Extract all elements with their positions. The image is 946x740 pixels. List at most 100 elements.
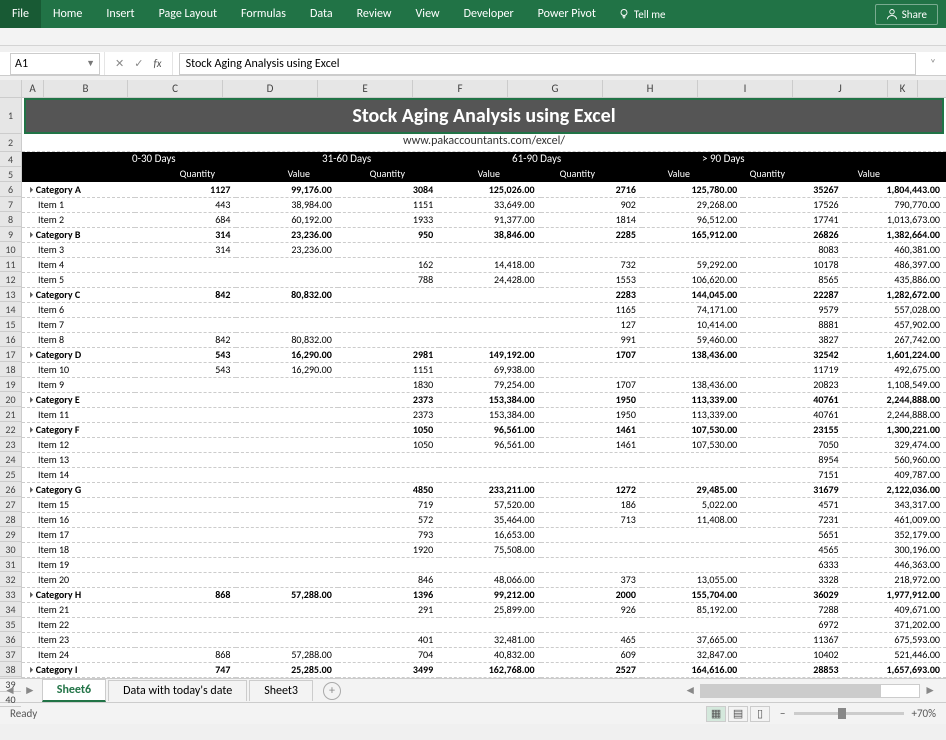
page-break-view-icon[interactable]: ▯ (750, 706, 770, 722)
row-header[interactable]: 22 (0, 422, 21, 437)
cell[interactable]: 57,520.00 (439, 497, 540, 512)
zoom-out-button[interactable]: − (780, 707, 785, 720)
sheet-tab[interactable]: Data with today's date (108, 680, 247, 701)
cell[interactable]: 788 (338, 272, 439, 287)
cell[interactable] (642, 617, 743, 632)
cell[interactable]: 719 (338, 497, 439, 512)
cell[interactable]: 1,282,672.00 (845, 287, 946, 302)
cell[interactable]: 790,770.00 (845, 197, 946, 212)
item-row[interactable]: Item 268460,192.00193391,377.00181496,51… (22, 212, 946, 227)
cell[interactable] (236, 482, 337, 497)
cell[interactable] (236, 542, 337, 557)
cell[interactable]: 6972 (743, 617, 844, 632)
col-K[interactable]: K (888, 80, 918, 97)
tell-me[interactable]: Tell me (608, 8, 676, 21)
cell[interactable]: 543 (135, 347, 236, 362)
row-header[interactable]: 38 (0, 662, 21, 677)
cell[interactable]: 85,192.00 (642, 602, 743, 617)
item-row[interactable]: Item 144338,984.00115133,649.0090229,268… (22, 197, 946, 212)
row-header[interactable]: 21 (0, 407, 21, 422)
cell[interactable]: 24,428.00 (439, 272, 540, 287)
cell[interactable] (236, 512, 337, 527)
cell[interactable]: 461,009.00 (845, 512, 946, 527)
cell[interactable]: 5,022.00 (642, 497, 743, 512)
cell[interactable]: 127 (541, 317, 642, 332)
cell[interactable]: 37,665.00 (642, 632, 743, 647)
cell[interactable] (541, 467, 642, 482)
category-row[interactable]: Category B31423,236.0095038,846.00228516… (22, 227, 946, 242)
item-row[interactable]: Item 578824,428.001553106,620.008565435,… (22, 272, 946, 287)
share-button[interactable]: Share (875, 4, 938, 25)
cell[interactable]: 291 (338, 602, 439, 617)
cell[interactable]: 125,026.00 (439, 182, 540, 197)
cell[interactable]: 25,899.00 (439, 602, 540, 617)
cell[interactable]: 106,620.00 (642, 272, 743, 287)
row-header[interactable]: 1 (0, 98, 21, 134)
cell[interactable] (541, 452, 642, 467)
cell[interactable]: 8565 (743, 272, 844, 287)
cell[interactable]: 40,832.00 (439, 647, 540, 662)
item-row[interactable]: Item 2574725,285.003499162,768.002527164… (22, 677, 946, 678)
cell[interactable] (236, 437, 337, 452)
cell[interactable]: 2527 (541, 662, 642, 677)
row-header[interactable]: 31 (0, 557, 21, 572)
row-header[interactable]: 36 (0, 632, 21, 647)
cell[interactable]: 7151 (743, 467, 844, 482)
cell[interactable]: 7231 (743, 512, 844, 527)
cell[interactable]: 460,381.00 (845, 242, 946, 257)
cell[interactable] (135, 572, 236, 587)
cell[interactable]: 446,363.00 (845, 557, 946, 572)
cell[interactable]: 2373 (338, 407, 439, 422)
cell[interactable]: 28853 (743, 677, 844, 678)
cell[interactable]: 486,397.00 (845, 257, 946, 272)
cell[interactable]: 409,787.00 (845, 467, 946, 482)
cell[interactable]: 162,768.00 (439, 677, 540, 678)
cell[interactable]: 1950 (541, 407, 642, 422)
cell[interactable]: 1,382,664.00 (845, 227, 946, 242)
col-B[interactable]: B (44, 80, 128, 97)
cell[interactable]: 1396 (338, 587, 439, 602)
cell[interactable]: 2527 (541, 677, 642, 678)
col-H[interactable]: H (603, 80, 698, 97)
cell[interactable] (236, 572, 337, 587)
item-row[interactable]: Item 226972371,202.00 (22, 617, 946, 632)
cell[interactable]: 465 (541, 632, 642, 647)
cell[interactable]: 1127 (135, 182, 236, 197)
item-row[interactable]: Item 2486857,288.0070440,832.0060932,847… (22, 647, 946, 662)
row-header[interactable]: 4 (0, 152, 21, 167)
cell[interactable]: 868 (135, 647, 236, 662)
item-row[interactable]: Item 1054316,290.00115169,938.0011719492… (22, 362, 946, 377)
cell[interactable]: 2,122,036.00 (845, 482, 946, 497)
item-row[interactable]: Item 2084648,066.0037313,055.003328218,9… (22, 572, 946, 587)
row-header[interactable]: 2 (0, 134, 21, 152)
category-row[interactable]: Category A112799,176.003084125,026.00271… (22, 182, 946, 197)
cell[interactable]: 4565 (743, 542, 844, 557)
row-header[interactable]: 37 (0, 647, 21, 662)
cell[interactable]: 732 (541, 257, 642, 272)
cell[interactable]: 704 (338, 647, 439, 662)
cell[interactable]: 557,028.00 (845, 302, 946, 317)
cell[interactable]: 3499 (338, 677, 439, 678)
row-header[interactable]: 35 (0, 617, 21, 632)
cell[interactable] (541, 362, 642, 377)
cell[interactable]: 1933 (338, 212, 439, 227)
cell[interactable]: 10178 (743, 257, 844, 272)
cell[interactable] (541, 242, 642, 257)
cell[interactable] (338, 317, 439, 332)
cell[interactable]: 560,960.00 (845, 452, 946, 467)
cell[interactable]: 401 (338, 632, 439, 647)
row-header[interactable]: 8 (0, 212, 21, 227)
item-row[interactable]: Item 1571957,520.001865,022.004571343,31… (22, 497, 946, 512)
cell[interactable] (642, 542, 743, 557)
cell[interactable]: 60,192.00 (236, 212, 337, 227)
cell[interactable]: 153,384.00 (439, 392, 540, 407)
item-row[interactable]: Item 147151409,787.00 (22, 467, 946, 482)
ribbon-tab-review[interactable]: Review (345, 0, 404, 28)
cell[interactable] (236, 617, 337, 632)
row-header[interactable]: 27 (0, 497, 21, 512)
row-header[interactable]: 30 (0, 542, 21, 557)
cell[interactable]: 14,418.00 (439, 257, 540, 272)
cell[interactable]: 25,285.00 (236, 677, 337, 678)
cell[interactable]: 9579 (743, 302, 844, 317)
cell[interactable]: 1461 (541, 422, 642, 437)
